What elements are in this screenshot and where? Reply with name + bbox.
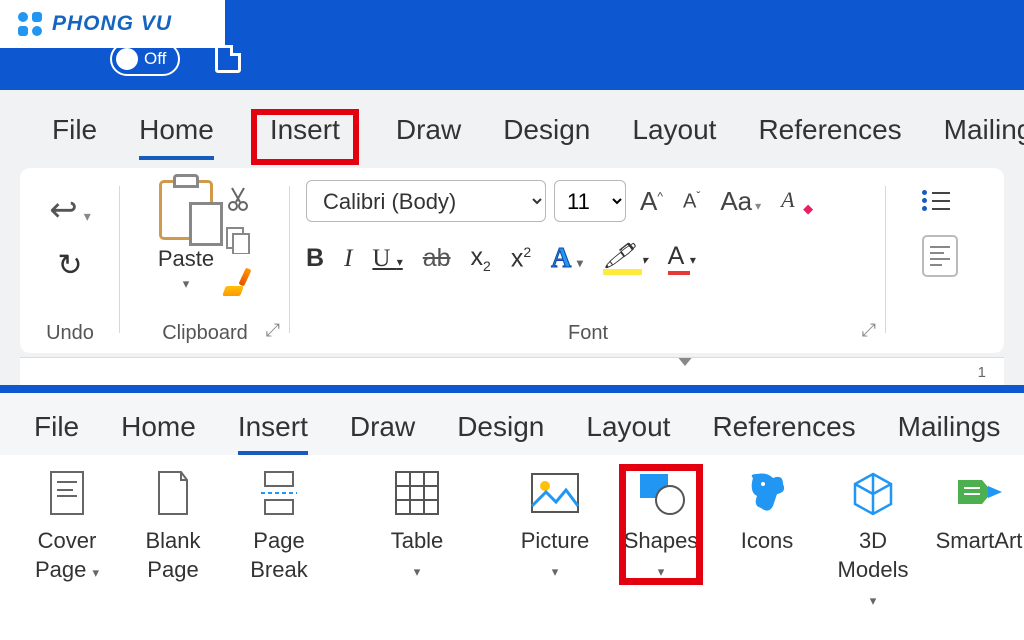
3d-models-button[interactable]: 3D Models ▾: [836, 469, 910, 613]
brush-icon: [224, 268, 252, 296]
paste-button[interactable]: Paste ▾: [158, 180, 214, 292]
ribbon-home: ↩▾ ↻ Undo Paste ▾: [20, 168, 1004, 353]
table-label: Table: [391, 528, 444, 553]
group-font: Calibri (Body) 11 A^ Aˇ Aa▾ B I U ▾ ab x…: [290, 180, 886, 353]
picture-button[interactable]: Picture ▾: [518, 469, 592, 580]
tab-draw[interactable]: Draw: [396, 114, 461, 160]
blank-page-label: Blank Page: [136, 527, 210, 584]
shrink-font-button[interactable]: Aˇ: [677, 189, 706, 214]
autosave-state: Off: [144, 49, 166, 69]
tab-layout[interactable]: Layout: [632, 114, 716, 160]
cover-page-icon: [49, 469, 85, 517]
blank-page-button[interactable]: Blank Page: [136, 469, 210, 584]
table-icon: [394, 469, 440, 517]
smartart-button[interactable]: SmartArt: [942, 469, 1016, 556]
shapes-label: Shapes: [624, 528, 699, 553]
strikethrough-button[interactable]: ab: [423, 244, 451, 273]
font-name-select[interactable]: Calibri (Body): [306, 180, 546, 222]
superscript-button[interactable]: x2: [511, 244, 531, 273]
tab2-home[interactable]: Home: [121, 411, 196, 455]
page-break-label: Page Break: [242, 527, 316, 584]
clear-format-button[interactable]: [781, 187, 809, 215]
cover-page-button[interactable]: Cover Page ▾: [30, 469, 104, 584]
group-paragraph: [886, 180, 1004, 353]
font-size-select[interactable]: 11: [554, 180, 626, 222]
blank-page-icon: [155, 469, 191, 517]
tab2-mailings[interactable]: Mailings: [898, 411, 1001, 455]
ruler[interactable]: 1: [20, 357, 1004, 385]
subscript-button[interactable]: x2: [471, 243, 491, 274]
tab-mailings[interactable]: Mailings: [944, 114, 1024, 160]
cut-button[interactable]: [224, 184, 252, 212]
phongvu-logo: PHONG VU: [0, 0, 225, 48]
icons-label: Icons: [741, 527, 794, 556]
highlight-button[interactable]: 🖊 ▾: [603, 242, 648, 275]
undo-group-label: Undo: [46, 314, 94, 353]
group-undo: ↩▾ ↻ Undo: [20, 180, 120, 353]
cube-icon: [851, 469, 895, 517]
grow-font-button[interactable]: A^: [634, 186, 669, 217]
underline-button[interactable]: U ▾: [372, 245, 402, 273]
icons-icon: [743, 469, 791, 517]
undo-button[interactable]: ↩▾: [49, 190, 91, 230]
tab-insert[interactable]: Insert: [256, 114, 354, 160]
change-case-button[interactable]: Aa▾: [714, 186, 767, 217]
clipboard-launcher[interactable]: ⤢: [266, 320, 280, 341]
bullets-button[interactable]: [922, 190, 950, 211]
font-launcher[interactable]: ⤢: [862, 320, 876, 341]
smartart-label: SmartArt: [936, 527, 1023, 556]
paste-icon: [159, 180, 213, 240]
icons-button[interactable]: Icons: [730, 469, 804, 556]
text-effects-button[interactable]: A ▾: [551, 243, 583, 275]
cover-page-label: Cover Page: [35, 528, 96, 582]
ruler-mark: 1: [978, 364, 986, 381]
chevron-down-icon: ▾: [183, 276, 190, 292]
table-button[interactable]: Table ▾: [380, 469, 454, 580]
chevron-down-icon: ▾: [414, 564, 421, 580]
format-painter-button[interactable]: [224, 268, 252, 296]
save-icon[interactable]: [215, 45, 241, 73]
ribbon-insert: Cover Page ▾ Blank Page Page Break Table…: [0, 455, 1024, 623]
bold-button[interactable]: B: [306, 244, 324, 273]
picture-label: Picture: [521, 528, 589, 553]
tab-design[interactable]: Design: [503, 114, 590, 160]
chevron-down-icon: ▾: [658, 564, 665, 580]
chevron-down-icon: ▾: [870, 593, 877, 608]
tab2-draw[interactable]: Draw: [350, 411, 415, 455]
font-color-button[interactable]: A ▾: [668, 242, 696, 275]
tab-file[interactable]: File: [52, 114, 97, 160]
paste-label: Paste: [158, 246, 214, 272]
tab2-insert[interactable]: Insert: [238, 411, 308, 455]
repeat-button[interactable]: ↻: [57, 248, 82, 283]
tab-home[interactable]: Home: [139, 114, 214, 160]
page-break-button[interactable]: Page Break: [242, 469, 316, 584]
panel-insert-ribbon: File Home Insert Draw Design Layout Refe…: [0, 393, 1024, 623]
italic-button[interactable]: I: [344, 245, 352, 273]
font-group-label: Font: [568, 314, 608, 353]
3d-models-label: 3D Models: [838, 528, 909, 582]
tab2-layout[interactable]: Layout: [586, 411, 670, 455]
tab2-design[interactable]: Design: [457, 411, 544, 455]
panel-home-ribbon: File Home Insert Draw Design Layout Refe…: [0, 90, 1024, 385]
picture-icon: [530, 469, 580, 517]
shapes-button[interactable]: Shapes ▾: [624, 469, 698, 580]
group-clipboard: Paste ▾ Clipboard ⤢: [120, 180, 290, 353]
shapes-icon: [636, 469, 686, 517]
logo-shapes-icon: [18, 12, 42, 36]
toggle-knob-icon: [116, 48, 138, 70]
paragraph-settings-button[interactable]: [922, 235, 958, 277]
chevron-down-icon: ▾: [552, 564, 559, 580]
ribbon-tabs: File Home Insert Draw Design Layout Refe…: [0, 90, 1024, 160]
logo-text: PHONG VU: [52, 12, 172, 36]
copy-button[interactable]: [224, 226, 252, 254]
tab-references[interactable]: References: [758, 114, 901, 160]
chevron-down-icon: ▾: [92, 565, 99, 580]
smartart-icon: [954, 469, 1004, 517]
page-break-icon: [259, 469, 299, 517]
tab2-references[interactable]: References: [712, 411, 855, 455]
panel-divider: [0, 385, 1024, 393]
ribbon-tabs-2: File Home Insert Draw Design Layout Refe…: [0, 393, 1024, 455]
tab2-file[interactable]: File: [34, 411, 79, 455]
clipboard-group-label: Clipboard: [162, 314, 248, 353]
